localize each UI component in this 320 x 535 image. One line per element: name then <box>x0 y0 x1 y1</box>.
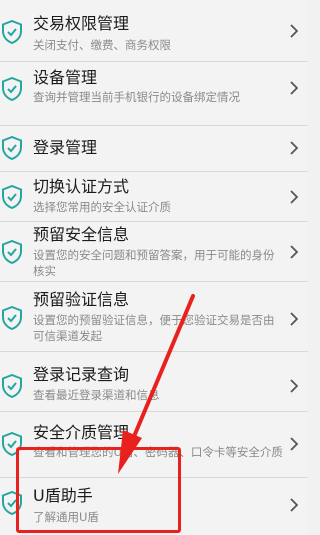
menu-item-login-record-query[interactable]: 登录记录查询 查看最近登录渠道和信息 <box>0 352 308 412</box>
chevron-right-icon <box>290 24 298 38</box>
menu-item-ushield-assistant[interactable]: U盾助手 了解通用U盾 <box>0 478 308 535</box>
menu-item-description: 查看最近登录渠道和信息 <box>33 388 160 402</box>
menu-item-transaction-permissions[interactable]: 交易权限管理 关闭支付、缴费、商务权限 <box>0 0 308 62</box>
menu-item-description: 选择您常用的安全认证介质 <box>33 200 171 214</box>
shield-check-icon <box>2 432 22 456</box>
menu-item-title: 预留安全信息 <box>33 225 130 244</box>
menu-item-description: 关闭支付、缴费、商务权限 <box>33 38 171 52</box>
chevron-right-icon <box>290 141 298 155</box>
shield-check-icon <box>2 240 22 264</box>
menu-item-description: 设置您的安全问题和预留答案，用于可能的身份核实 <box>33 248 275 278</box>
menu-item-title: 预留验证信息 <box>33 290 130 309</box>
settings-screen: 交易权限管理 关闭支付、缴费、商务权限 设备管理 查询并管理当前手机银行的设备绑… <box>0 0 308 535</box>
menu-item-title: 交易权限管理 <box>33 14 130 33</box>
menu-item-description: 了解通用U盾 <box>33 510 99 524</box>
menu-item-login-management[interactable]: 登录管理 <box>0 126 308 172</box>
chevron-right-icon <box>290 379 298 393</box>
shield-check-icon <box>2 136 22 160</box>
chevron-right-icon <box>290 245 298 259</box>
menu-item-reserved-verification-info[interactable]: 预留验证信息 设置您的预留验证信息，便于您验证交易是否由可信渠道发起 <box>0 282 308 352</box>
menu-item-title: 登录管理 <box>33 138 98 157</box>
chevron-right-icon <box>290 81 298 95</box>
menu-item-title: 登录记录查询 <box>33 365 130 384</box>
menu-item-title: 切换认证方式 <box>33 177 130 196</box>
chevron-right-icon <box>290 498 298 512</box>
menu-item-reserved-security-info[interactable]: 预留安全信息 设置您的安全问题和预留答案，用于可能的身份核实 <box>0 222 308 282</box>
menu-item-security-medium-management[interactable]: 安全介质管理 查看和管理您的U盾、密码器、口令卡等安全介质 <box>0 412 308 478</box>
menu-item-title: U盾助手 <box>33 486 93 505</box>
shield-check-icon <box>2 491 22 515</box>
shield-check-icon <box>2 77 22 101</box>
shield-check-icon <box>2 185 22 209</box>
menu-item-switch-auth-method[interactable]: 切换认证方式 选择您常用的安全认证介质 <box>0 172 308 222</box>
shield-check-icon <box>2 306 22 330</box>
shield-check-icon <box>2 374 22 398</box>
chevron-right-icon <box>290 312 298 326</box>
menu-item-description: 设置您的预留验证信息，便于您验证交易是否由可信渠道发起 <box>33 313 275 343</box>
menu-item-title: 设备管理 <box>33 68 98 87</box>
shield-check-icon <box>2 20 22 44</box>
menu-item-title: 安全介质管理 <box>33 423 130 442</box>
chevron-right-icon <box>290 437 298 451</box>
chevron-right-icon <box>290 190 298 204</box>
menu-item-device-management[interactable]: 设备管理 查询并管理当前手机银行的设备绑定情况 <box>0 62 308 126</box>
menu-item-description: 查看和管理您的U盾、密码器、口令卡等安全介质 <box>33 445 283 459</box>
menu-item-description: 查询并管理当前手机银行的设备绑定情况 <box>33 90 240 104</box>
